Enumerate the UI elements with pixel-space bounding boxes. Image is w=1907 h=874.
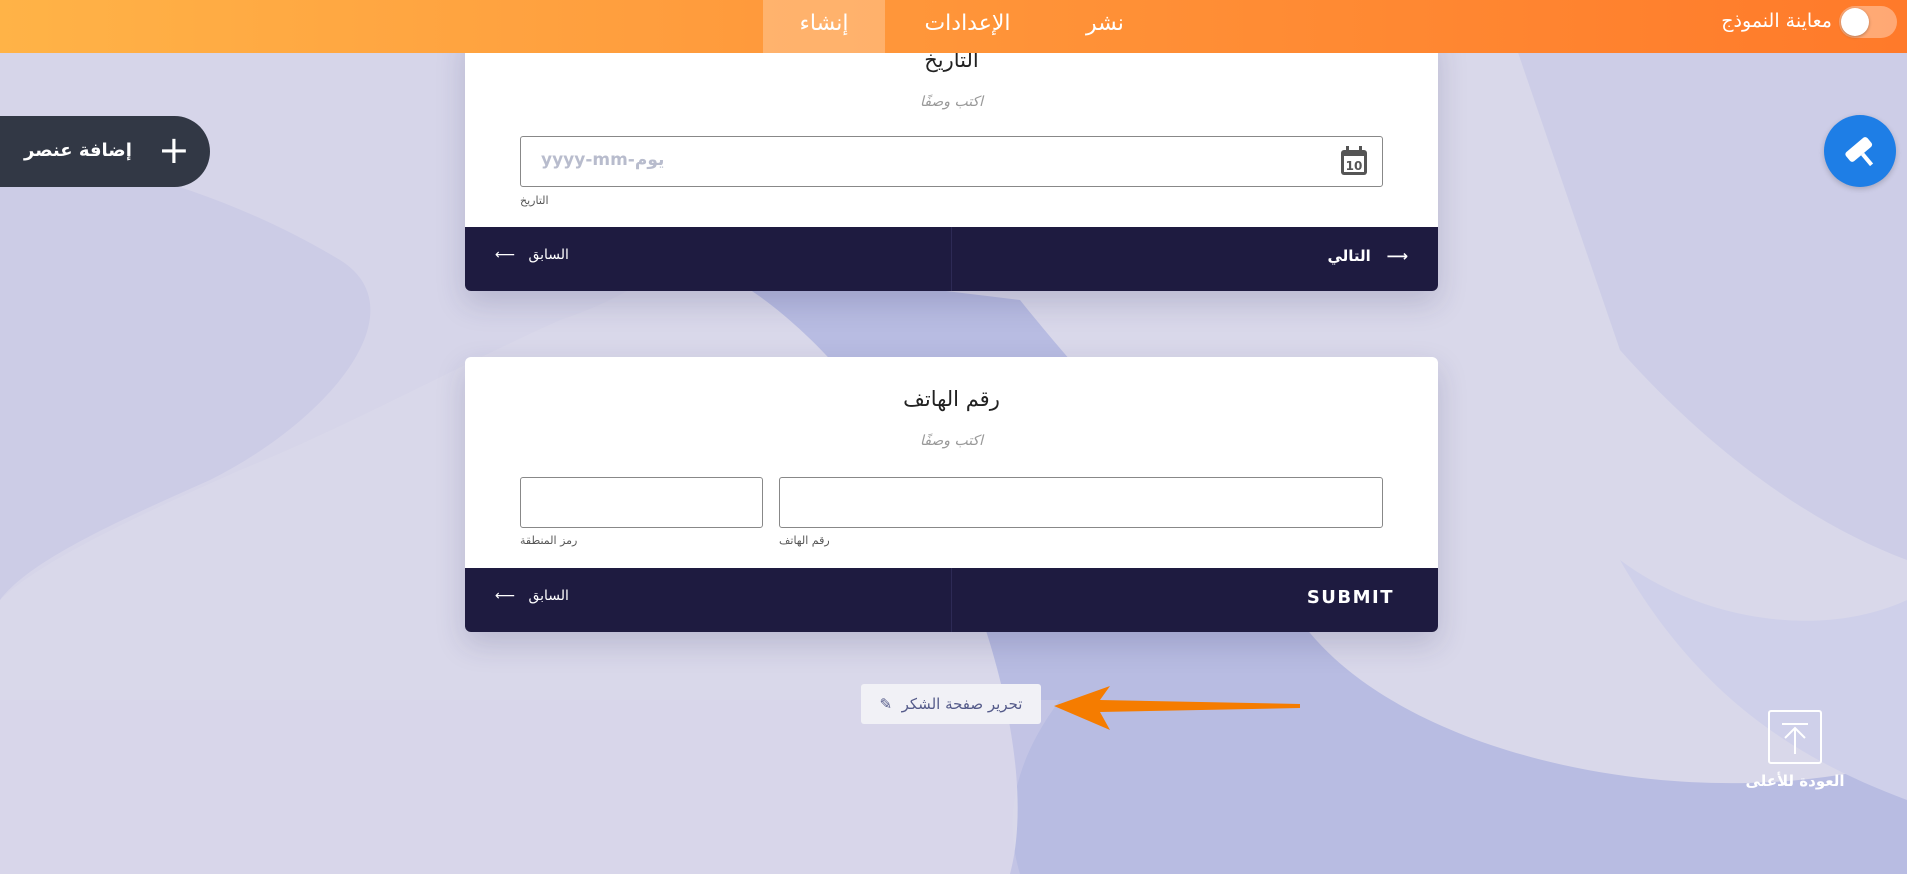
previous-label: السابق <box>528 247 569 263</box>
tab-create[interactable]: إنشاء <box>763 0 885 53</box>
phone-question-description[interactable]: اكتب وصفًا <box>465 433 1438 449</box>
phone-number-sublabel: رقم الهاتف <box>779 534 830 547</box>
edit-thank-you-page-button[interactable]: ✎ تحرير صفحة الشكر <box>861 684 1041 724</box>
next-label: التالي <box>1327 247 1371 265</box>
area-code-input[interactable] <box>520 477 763 528</box>
date-question-card: التاريخ اكتب وصفًا yyyy-mm-يوم 10 التاري… <box>465 30 1438 291</box>
back-to-top-label: العودة للأعلى <box>1745 772 1845 790</box>
add-element-label: إضافة عنصر <box>24 140 132 161</box>
tab-publish[interactable]: نشر <box>1070 0 1140 53</box>
tab-settings[interactable]: الإعدادات <box>905 0 1030 53</box>
form-preview-toggle[interactable] <box>1839 6 1897 38</box>
back-to-top-button[interactable]: العودة للأعلى <box>1745 710 1845 790</box>
pencil-icon: ✎ <box>879 695 893 713</box>
plus-icon: + <box>158 128 190 172</box>
date-sublabel: التاريخ <box>520 194 549 207</box>
date-question-description[interactable]: اكتب وصفًا <box>465 94 1438 110</box>
svg-text:10: 10 <box>1346 159 1363 173</box>
submit-button[interactable]: SUBMIT <box>1307 587 1394 608</box>
calendar-icon[interactable]: 10 <box>1340 146 1368 176</box>
previous-button[interactable]: ⟵ السابق <box>495 247 569 263</box>
phone-question-card: رقم الهاتف اكتب وصفًا رمز المنطقة رقم ال… <box>465 357 1438 632</box>
next-button[interactable]: التالي ⟶ <box>1327 247 1408 265</box>
top-navigation-bar: إنشاء الإعدادات نشر معاينة النموذج <box>0 0 1907 53</box>
form-designer-button[interactable] <box>1824 115 1896 187</box>
area-code-sublabel: رمز المنطقة <box>520 534 578 547</box>
previous-label: السابق <box>528 588 569 604</box>
date-question-nav: ⟵ السابق التالي ⟶ <box>465 227 1438 291</box>
nav-divider <box>951 568 952 632</box>
form-preview-label: معاينة النموذج <box>1721 10 1832 32</box>
arrow-left-icon: ⟵ <box>495 588 516 604</box>
edit-thank-you-label: تحرير صفحة الشكر <box>901 695 1023 713</box>
date-input[interactable]: yyyy-mm-يوم 10 <box>520 136 1383 187</box>
arrow-right-icon: ⟶ <box>1386 247 1408 265</box>
phone-number-input[interactable] <box>779 477 1383 528</box>
paint-roller-icon <box>1845 137 1874 167</box>
arrow-up-icon <box>1768 710 1822 764</box>
phone-question-title[interactable]: رقم الهاتف <box>465 387 1438 411</box>
phone-question-nav: ⟵ السابق SUBMIT <box>465 568 1438 632</box>
arrow-left-icon: ⟵ <box>495 247 516 263</box>
date-placeholder: yyyy-mm-يوم <box>541 150 665 170</box>
nav-divider <box>951 227 952 291</box>
add-element-button[interactable]: + إضافة عنصر <box>0 116 210 187</box>
annotation-arrow-icon <box>1054 686 1300 730</box>
previous-button[interactable]: ⟵ السابق <box>495 588 569 604</box>
